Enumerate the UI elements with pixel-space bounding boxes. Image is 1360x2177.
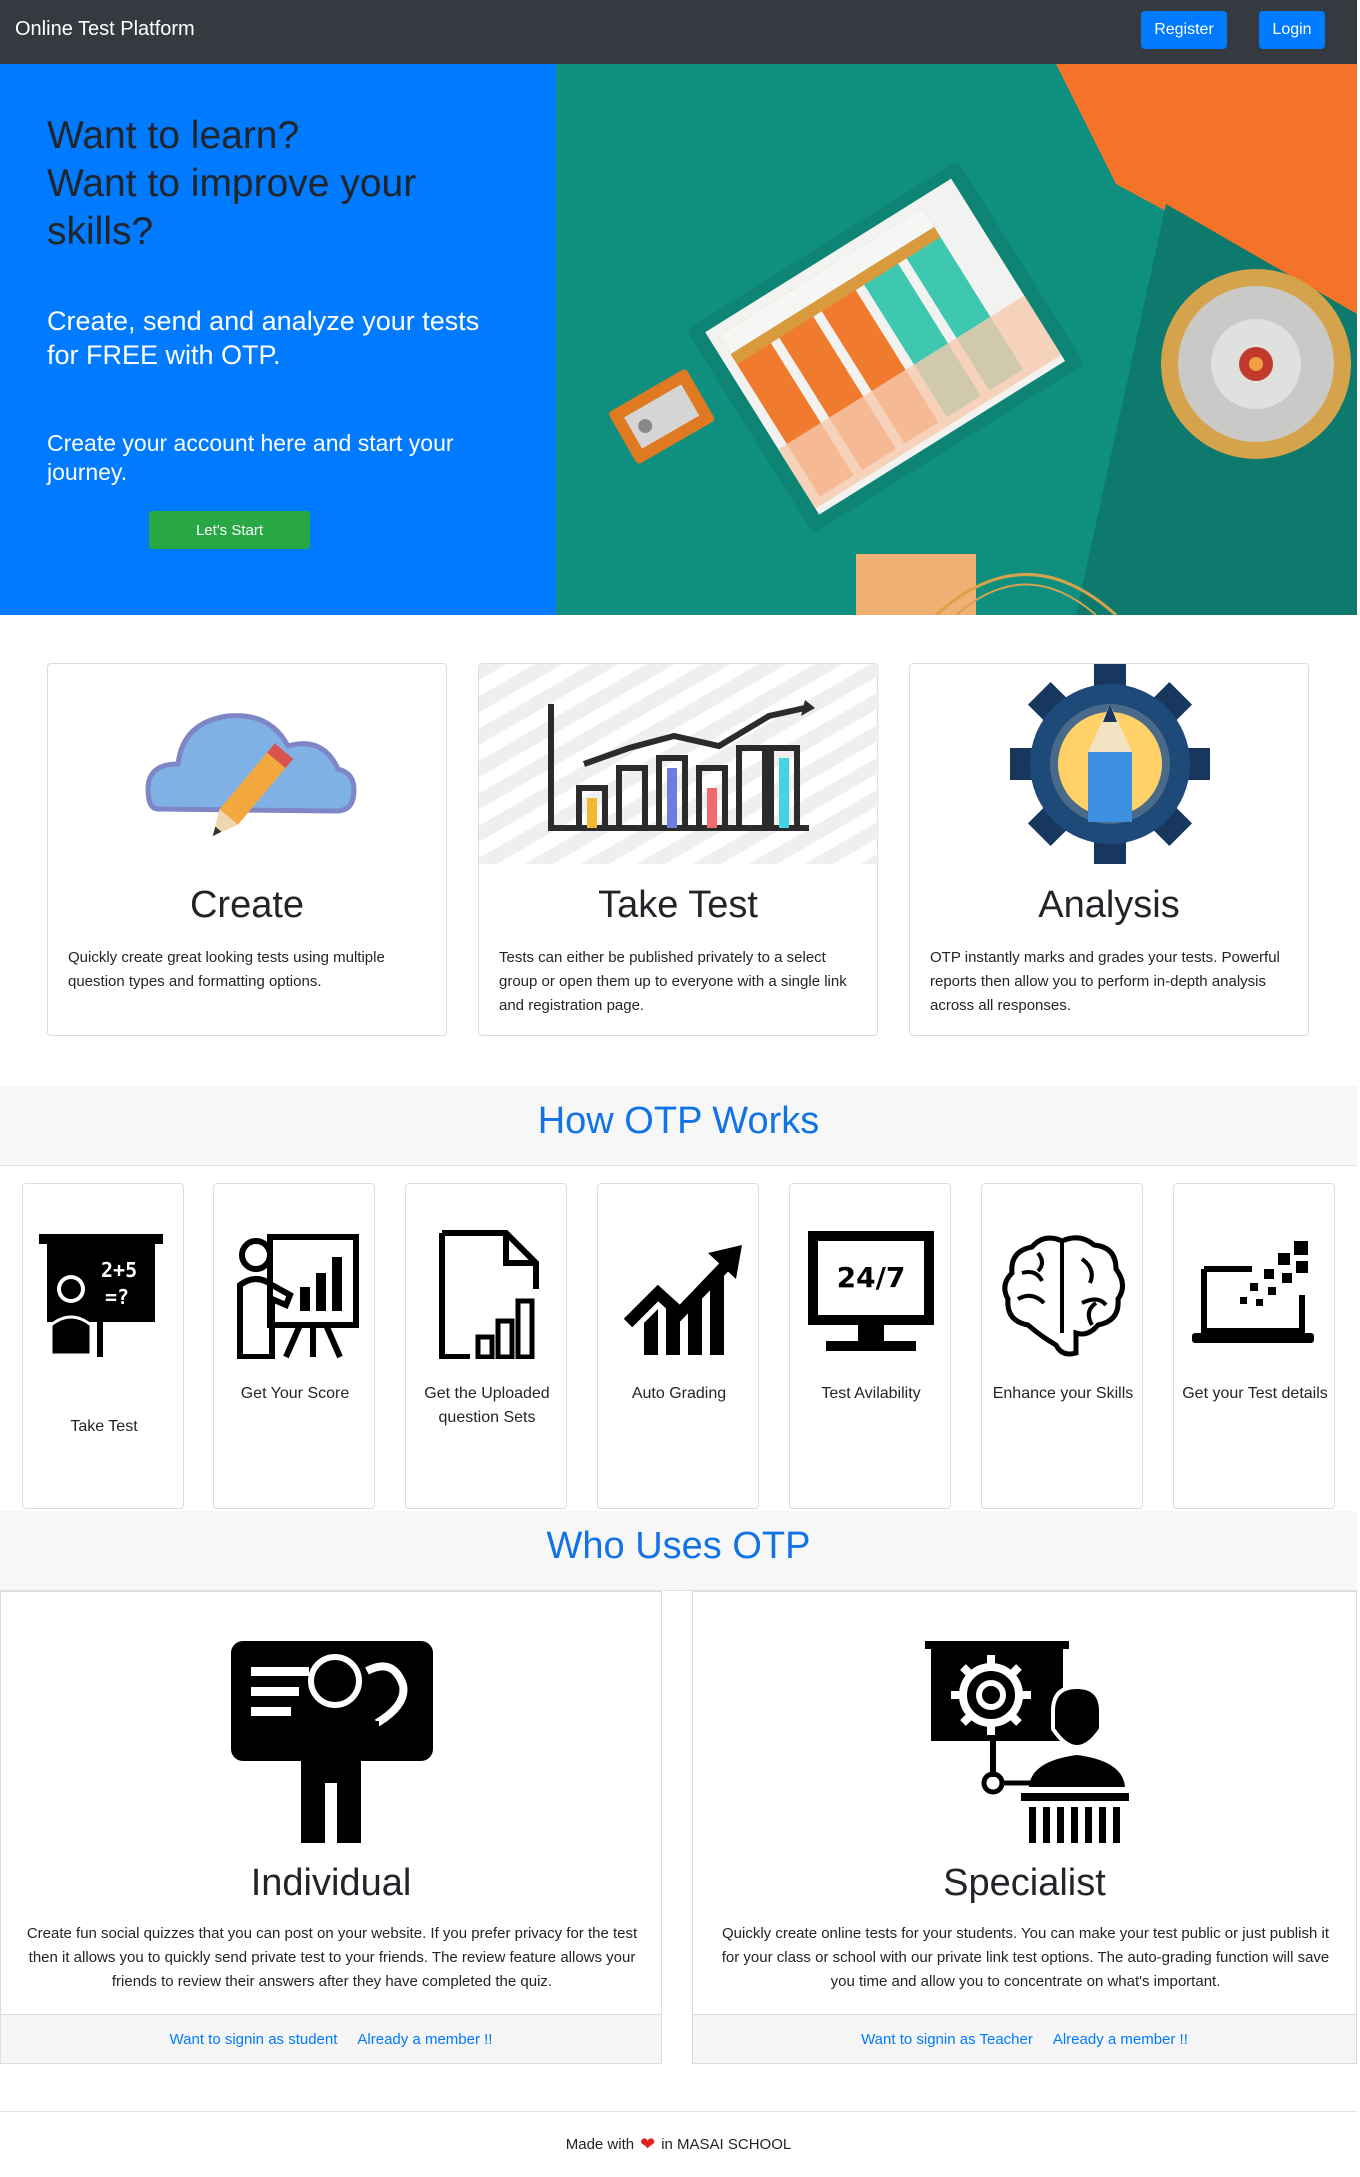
document-chart-icon bbox=[422, 1229, 552, 1360]
who-card-footer: Want to signin as Teacher Already a memb… bbox=[693, 2014, 1356, 2063]
step-card-auto-grading: Auto Grading bbox=[597, 1183, 759, 1509]
hero-subtitle-2: Create your account here and start your … bbox=[47, 430, 454, 485]
gear-pencil-icon bbox=[910, 664, 1308, 864]
step-card-availability: 24/7 Test Avilability bbox=[789, 1183, 951, 1509]
step-label: Test Avilability bbox=[821, 1385, 921, 1402]
who-title-specialist: Specialist bbox=[943, 1862, 1106, 1904]
who-card-footer: Want to signin as student Already a memb… bbox=[1, 2014, 661, 2063]
hero-subtitle: Create, send and analyze your tests for … bbox=[47, 304, 497, 372]
already-member-link[interactable]: Already a member !! bbox=[1053, 2031, 1188, 2048]
who-title-individual: Individual bbox=[250, 1862, 412, 1904]
lets-start-button[interactable]: Let's Start bbox=[149, 511, 310, 549]
growth-chart-icon bbox=[614, 1229, 744, 1359]
login-button[interactable]: Login bbox=[1259, 11, 1325, 49]
feature-card-take-test: Take Test Tests can either be published … bbox=[478, 663, 879, 1036]
footer-made-with: Made with bbox=[565, 2136, 635, 2153]
feature-card-analysis: Analysis OTP instantly marks and grades … bbox=[909, 663, 1309, 1036]
svg-text:2+5: 2+5 bbox=[101, 1258, 137, 1282]
laptop-pixels-icon bbox=[1190, 1229, 1320, 1359]
how-section-header: How OTP Works bbox=[0, 1086, 1357, 1166]
top-navbar: Online Test Platform Register Login bbox=[0, 0, 1357, 64]
who-section-header: Who Uses OTP bbox=[0, 1511, 1357, 1591]
register-button[interactable]: Register bbox=[1141, 11, 1227, 49]
who-card-individual: Individual Create fun social quizzes tha… bbox=[0, 1591, 662, 2064]
how-heading: How OTP Works bbox=[537, 1100, 820, 1142]
feature-text-take-test: Tests can either be published privately … bbox=[499, 949, 847, 1014]
presentation-icon bbox=[230, 1229, 360, 1360]
brand-link[interactable]: Online Test Platform bbox=[15, 18, 195, 41]
already-member-link[interactable]: Already a member !! bbox=[357, 2031, 492, 2048]
feature-text-analysis: OTP instantly marks and grades your test… bbox=[930, 949, 1280, 1014]
who-card-specialist: Specialist Quickly create online tests f… bbox=[692, 1591, 1357, 2064]
heart-icon: ❤ bbox=[640, 2134, 656, 2154]
hero-title-line2: Want to improve your skills? bbox=[47, 162, 417, 253]
step-card-question-sets: Get the Uploaded question Sets bbox=[405, 1183, 567, 1509]
who-heading: Who Uses OTP bbox=[546, 1525, 811, 1567]
who-text-individual: Create fun social quizzes that you can p… bbox=[26, 1925, 638, 1990]
hero-pencil-box-image bbox=[556, 64, 1357, 615]
page-footer: Made with ❤ in MASAI SCHOOL bbox=[0, 2111, 1357, 2177]
hero-text-panel: Want to learn? Want to improve your skil… bbox=[0, 64, 556, 615]
step-label: Enhance your Skills bbox=[992, 1385, 1134, 1402]
bar-chart-icon bbox=[479, 664, 879, 864]
feature-title-create: Create bbox=[189, 884, 305, 926]
step-card-take-test: 2+5 =? Take Test bbox=[22, 1183, 184, 1509]
cloud-pencil-icon bbox=[48, 664, 446, 864]
hero-subtitle-line1: Create, send and analyze your tests bbox=[47, 306, 480, 336]
step-label: Get Your Score bbox=[240, 1385, 350, 1402]
step-card-enhance-skills: Enhance your Skills bbox=[981, 1183, 1143, 1509]
teacher-board-icon: 2+5 =? bbox=[39, 1229, 169, 1359]
hero-title-line1: Want to learn? bbox=[47, 114, 300, 157]
hero-section: Want to learn? Want to improve your skil… bbox=[0, 64, 1357, 615]
step-card-get-score: Get Your Score bbox=[213, 1183, 375, 1509]
step-label: Get the Uploaded question Sets bbox=[424, 1385, 550, 1426]
feature-title-take-test: Take Test bbox=[598, 884, 758, 926]
step-label: Get your Test details bbox=[1182, 1385, 1328, 1402]
svg-text:24/7: 24/7 bbox=[837, 1261, 906, 1294]
brain-icon bbox=[998, 1229, 1128, 1359]
teacher-gear-icon bbox=[921, 1637, 1131, 1847]
step-card-test-details: Get your Test details bbox=[1173, 1183, 1335, 1509]
signin-student-link[interactable]: Want to signin as student bbox=[170, 2031, 338, 2048]
signin-teacher-link[interactable]: Want to signin as Teacher bbox=[861, 2031, 1033, 2048]
hero-subtitle-line2: for FREE with OTP. bbox=[47, 340, 281, 370]
step-label: Take Test bbox=[70, 1418, 138, 1435]
hero-title: Want to learn? Want to improve your skil… bbox=[47, 112, 507, 256]
feature-card-create: Create Quickly create great looking test… bbox=[47, 663, 447, 1036]
who-text-specialist: Quickly create online tests for your stu… bbox=[721, 1925, 1330, 1990]
step-label: Auto Grading bbox=[631, 1385, 727, 1402]
feature-title-analysis: Analysis bbox=[1038, 884, 1180, 926]
svg-text:=?: =? bbox=[105, 1285, 129, 1309]
feature-text-create: Quickly create great looking tests using… bbox=[68, 949, 385, 990]
monitor-24-7-icon: 24/7 bbox=[806, 1229, 936, 1359]
footer-place: in MASAI SCHOOL bbox=[661, 2136, 792, 2153]
thinking-person-icon bbox=[227, 1637, 437, 1847]
